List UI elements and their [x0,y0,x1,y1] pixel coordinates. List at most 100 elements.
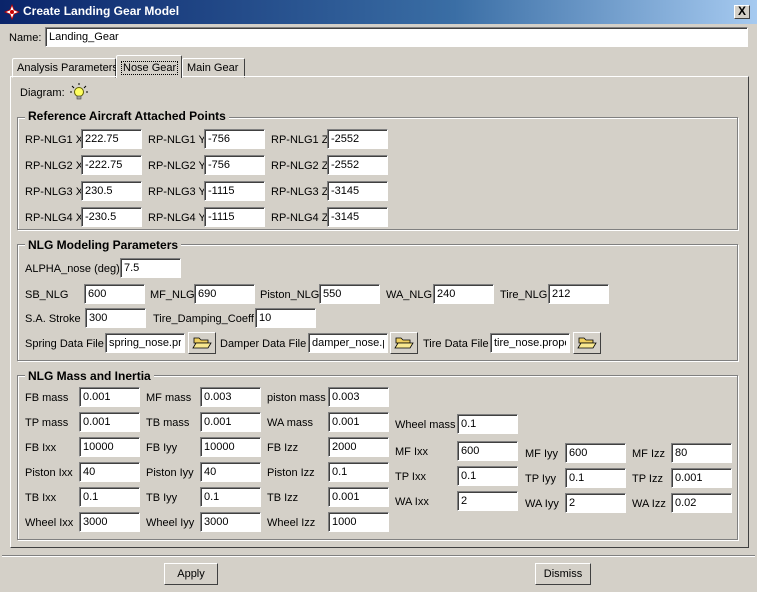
folder-open-icon [577,337,597,349]
damper-data-file-input[interactable] [308,333,388,353]
rp-nlg1-x-label: RP-NLG1 X [25,134,84,146]
mf-ixx-input[interactable] [457,441,518,461]
tb-izz-label: TB Izz [267,492,299,504]
tb-ixx-label: TB Ixx [25,492,57,504]
tb-izz-input[interactable] [328,487,389,507]
tp-mass-input[interactable] [79,412,140,432]
alpha-nose-label: ALPHA_nose (deg) [25,263,120,275]
wheel-ixx-label: Wheel Ixx [25,517,74,529]
tire-damping-coeff-input[interactable] [255,308,316,328]
sb-nlg-input[interactable] [84,284,145,304]
tab-main-gear[interactable]: Main Gear [182,58,245,78]
fb-ixx-input[interactable] [79,437,140,457]
tire-nlg-input[interactable] [548,284,609,304]
spring-file-browse-button[interactable] [188,332,216,354]
wheel-mass-input[interactable] [457,414,518,434]
tp-iyy-input[interactable] [565,468,626,488]
fb-mass-input[interactable] [79,387,140,407]
rp-nlg4-x-label: RP-NLG4 X [25,212,84,224]
diagram-label: Diagram: [20,87,65,99]
tp-ixx-label: TP Ixx [395,471,426,483]
name-input[interactable] [45,27,748,47]
alpha-nose-input[interactable] [120,258,181,278]
mf-mass-label: MF mass [146,392,192,404]
mf-nlg-label: MF_NLG [150,289,195,301]
mf-iyy-input[interactable] [565,443,626,463]
wa-mass-input[interactable] [328,412,389,432]
wa-iyy-input[interactable] [565,493,626,513]
rp-nlg2-y-input[interactable] [204,155,265,175]
fb-ixx-label: FB Ixx [25,442,57,454]
rp-nlg4-x-input[interactable] [81,207,142,227]
tp-mass-label: TP mass [25,417,69,429]
wheel-mass-label: Wheel mass [395,419,456,431]
sa-stroke-input[interactable] [85,308,146,328]
rp-nlg2-z-label: RP-NLG2 Z [271,160,329,172]
piston-iyy-input[interactable] [200,462,261,482]
rp-nlg1-z-label: RP-NLG1 Z [271,134,329,146]
tp-iyy-label: TP Iyy [525,473,556,485]
piston-izz-input[interactable] [328,462,389,482]
title-bar: Create Landing Gear Model X [0,0,757,24]
tab-analysis-parameters[interactable]: Analysis Parameters [12,58,118,78]
rp-nlg3-y-input[interactable] [204,181,265,201]
damper-data-file-label: Damper Data File [220,338,307,350]
name-label: Name: [9,32,42,44]
modeling-params-group-title: NLG Modeling Parameters [25,238,182,252]
rp-nlg1-z-input[interactable] [327,129,388,149]
rp-nlg3-y-label: RP-NLG3 Y [148,186,206,198]
rp-nlg1-y-input[interactable] [204,129,265,149]
wa-iyy-label: WA Iyy [525,498,559,510]
spring-data-file-input[interactable] [105,333,185,353]
rp-nlg4-z-input[interactable] [327,207,388,227]
mf-nlg-input[interactable] [194,284,255,304]
piston-nlg-input[interactable] [319,284,380,304]
tire-file-browse-button[interactable] [573,332,601,354]
rp-nlg2-z-input[interactable] [327,155,388,175]
attach-points-group-title: Reference Aircraft Attached Points [25,109,229,123]
wa-ixx-input[interactable] [457,491,518,511]
rp-nlg2-x-input[interactable] [81,155,142,175]
tb-ixx-input[interactable] [79,487,140,507]
mf-mass-input[interactable] [200,387,261,407]
wheel-iyy-label: Wheel Iyy [146,517,195,529]
lightbulb-icon[interactable] [70,83,88,101]
close-button[interactable]: X [734,5,750,19]
wheel-ixx-input[interactable] [79,512,140,532]
tire-damping-coeff-label: Tire_Damping_Coeff [153,313,254,325]
wheel-iyy-input[interactable] [200,512,261,532]
rp-nlg2-x-label: RP-NLG2 X [25,160,84,172]
wheel-izz-input[interactable] [328,512,389,532]
mf-izz-input[interactable] [671,443,732,463]
dismiss-button[interactable]: Dismiss [535,563,591,585]
wa-nlg-input[interactable] [433,284,494,304]
tb-mass-input[interactable] [200,412,261,432]
rp-nlg4-y-input[interactable] [204,207,265,227]
piston-ixx-input[interactable] [79,462,140,482]
apply-button[interactable]: Apply [164,563,218,585]
fb-izz-input[interactable] [328,437,389,457]
sb-nlg-label: SB_NLG [25,289,69,301]
tab-nose-gear[interactable]: Nose Gear [116,55,182,78]
wheel-izz-label: Wheel Izz [267,517,316,529]
wa-izz-input[interactable] [671,493,732,513]
folder-open-icon [394,337,414,349]
mf-iyy-label: MF Iyy [525,448,558,460]
wa-ixx-label: WA Ixx [395,496,429,508]
rp-nlg4-y-label: RP-NLG4 Y [148,212,206,224]
damper-file-browse-button[interactable] [390,332,418,354]
tp-ixx-input[interactable] [457,466,518,486]
rp-nlg1-x-input[interactable] [81,129,142,149]
mass-inertia-group-title: NLG Mass and Inertia [25,369,154,383]
tb-iyy-input[interactable] [200,487,261,507]
tp-izz-input[interactable] [671,468,732,488]
fb-iyy-input[interactable] [200,437,261,457]
folder-open-icon [192,337,212,349]
rp-nlg3-x-label: RP-NLG3 X [25,186,84,198]
mf-izz-label: MF Izz [632,448,665,460]
rp-nlg3-z-input[interactable] [327,181,388,201]
piston-mass-input[interactable] [328,387,389,407]
rp-nlg3-x-input[interactable] [81,181,142,201]
tire-data-file-input[interactable] [490,333,570,353]
rp-nlg3-z-label: RP-NLG3 Z [271,186,329,198]
